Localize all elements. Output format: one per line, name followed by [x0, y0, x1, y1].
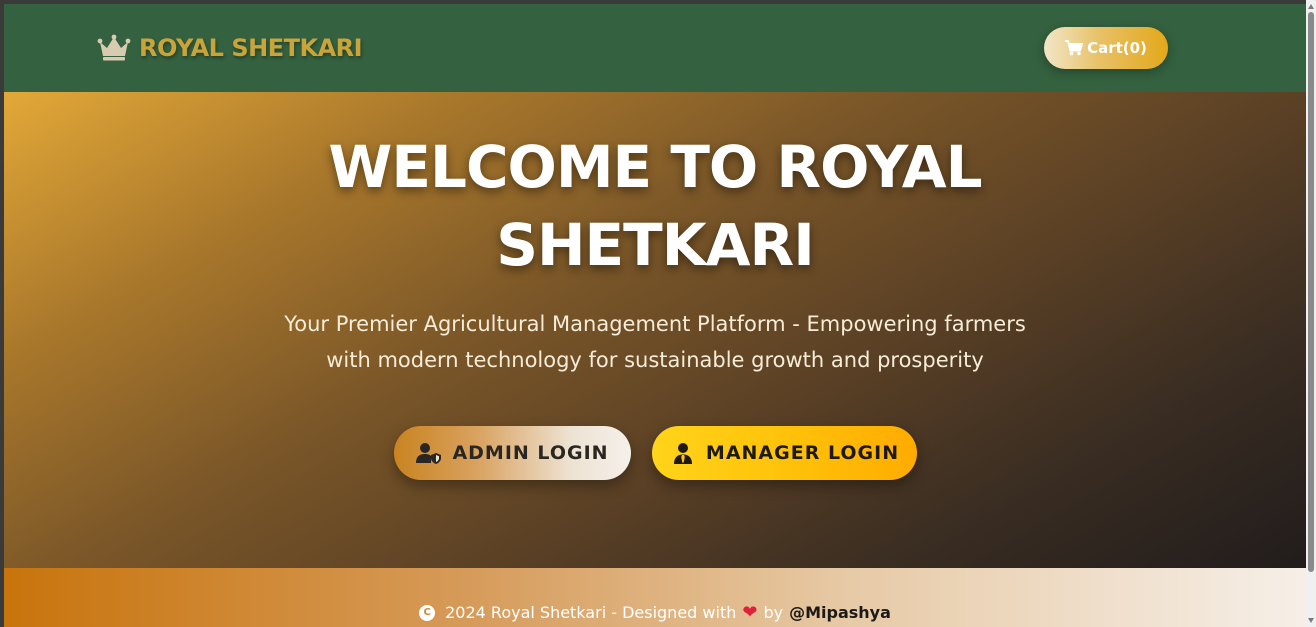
navbar: ROYAL SHETKARI Cart(0) [4, 4, 1306, 92]
vertical-scrollbar[interactable] [1306, 0, 1316, 627]
hero-subtitle-line2: with modern technology for sustainable g… [326, 348, 984, 372]
footer: C 2024 Royal Shetkari - Designed with ❤ … [4, 568, 1306, 627]
manager-login-label: MANAGER LOGIN [705, 442, 900, 464]
scroll-up-arrow-icon[interactable] [1308, 4, 1314, 9]
user-tie-icon [673, 443, 692, 464]
hero-section: WELCOME TO ROYAL SHETKARI Your Premier A… [4, 92, 1306, 568]
scroll-down-arrow-icon[interactable] [1308, 618, 1314, 623]
hero-title-line1: WELCOME TO ROYAL [328, 133, 982, 201]
brand-name: ROYAL SHETKARI [139, 34, 363, 62]
cart-button[interactable]: Cart(0) [1044, 27, 1168, 69]
author-link[interactable]: @Mipashya [789, 603, 891, 622]
hero-subtitle-line1: Your Premier Agricultural Management Pla… [284, 312, 1026, 336]
scrollbar-thumb[interactable] [1308, 12, 1314, 572]
hero-title: WELCOME TO ROYAL SHETKARI [4, 128, 1306, 284]
user-shield-icon [416, 443, 442, 464]
hero-subtitle: Your Premier Agricultural Management Pla… [234, 306, 1076, 378]
copyright-icon: C [419, 604, 436, 621]
brand-link[interactable]: ROYAL SHETKARI [97, 30, 363, 66]
crown-icon [97, 34, 131, 61]
footer-by: by [763, 603, 784, 622]
cart-label: Cart(0) [1087, 39, 1147, 57]
admin-login-button[interactable]: ADMIN LOGIN [394, 426, 631, 480]
footer-credits: C 2024 Royal Shetkari - Designed with ❤ … [4, 602, 1306, 623]
shopping-cart-icon [1065, 40, 1084, 56]
footer-text: 2024 Royal Shetkari - Designed with [445, 603, 737, 622]
heart-icon: ❤ [742, 602, 758, 623]
browser-viewport: ROYAL SHETKARI Cart(0) WELCOME TO ROYAL … [4, 4, 1306, 627]
admin-login-label: ADMIN LOGIN [452, 442, 609, 464]
manager-login-button[interactable]: MANAGER LOGIN [652, 426, 917, 480]
hero-title-line2: SHETKARI [496, 211, 815, 279]
